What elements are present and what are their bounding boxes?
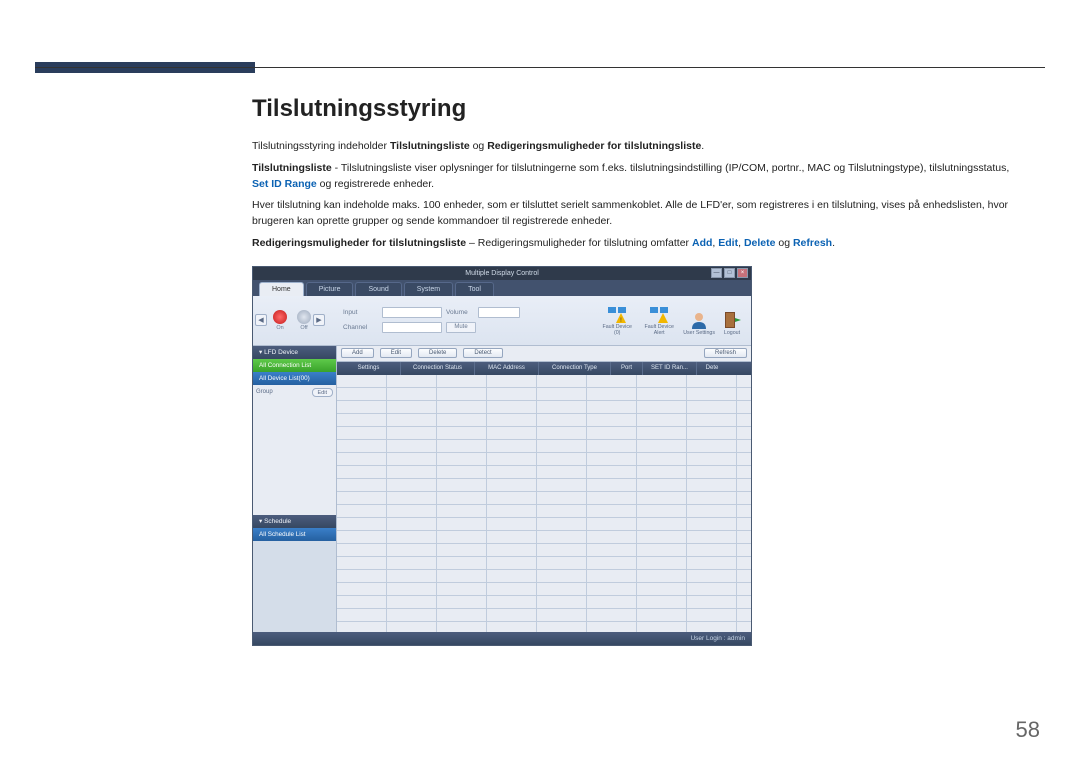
mute-button[interactable]: Mute	[446, 322, 476, 333]
column-connection-type[interactable]: Connection Type	[539, 362, 611, 375]
nav-next-icon[interactable]: ▶	[313, 314, 325, 326]
power-on-icon	[273, 310, 287, 324]
column-settings[interactable]: Settings	[337, 362, 401, 375]
tab-sound[interactable]: Sound	[355, 282, 401, 296]
close-button[interactable]: ×	[737, 268, 748, 278]
group-edit-button[interactable]: Edit	[312, 388, 333, 397]
sidebar: ▾ LFD Device All Connection List All Dev…	[253, 346, 337, 632]
volume-field[interactable]	[478, 307, 520, 318]
page-content: Tilslutningsstyring Tilslutningsstyring …	[252, 95, 1012, 646]
status-user-login: User Login : admin	[690, 635, 745, 642]
fault-device-alert-button[interactable]: Fault Device Alert	[641, 304, 677, 337]
app-tabbar: Home Picture Sound System Tool	[253, 280, 751, 296]
power-off-icon	[297, 310, 311, 324]
detect-button[interactable]: Detect	[463, 348, 502, 358]
sidebar-schedule-header[interactable]: ▾ Schedule	[253, 515, 336, 528]
sidebar-group-area: Group Edit	[253, 385, 336, 515]
sidebar-schedule-area	[253, 541, 336, 632]
delete-button[interactable]: Delete	[418, 348, 457, 358]
power-off-button[interactable]: Off	[297, 310, 311, 331]
app-titlebar: Multiple Display Control — □ ×	[253, 267, 751, 280]
intro-text: Tilslutningsstyring indeholder Tilslutni…	[252, 139, 1012, 155]
window-controls: — □ ×	[711, 268, 748, 278]
input-select[interactable]	[382, 307, 442, 318]
column-connection-status[interactable]: Connection Status	[401, 362, 475, 375]
user-settings-icon	[688, 310, 710, 330]
page-title: Tilslutningsstyring	[252, 95, 1012, 123]
channel-select[interactable]	[382, 322, 442, 333]
volume-label: Volume	[446, 309, 474, 316]
input-label: Input	[343, 309, 378, 316]
fault-device-button[interactable]: ! Fault Device (0)	[599, 304, 635, 337]
toolbar: ◀ On Off ▶ Input Volume	[253, 296, 751, 346]
main-area: ▾ LFD Device All Connection List All Dev…	[253, 346, 751, 632]
table-header: Settings Connection Status MAC Address C…	[337, 362, 751, 375]
column-port[interactable]: Port	[611, 362, 643, 375]
maximize-button[interactable]: □	[724, 268, 735, 278]
app-title: Multiple Display Control	[465, 270, 539, 277]
status-bar: User Login : admin	[253, 632, 751, 645]
minimize-button[interactable]: —	[711, 268, 722, 278]
column-set-id-range[interactable]: SET ID Ran...	[643, 362, 697, 375]
connection-list-text: Tilslutningsliste - Tilslutningsliste vi…	[252, 161, 1012, 193]
sidebar-group-label: Group	[256, 389, 273, 395]
edit-options-text: Redigeringsmuligheder for tilslutningsli…	[252, 236, 1012, 252]
sidebar-all-device[interactable]: All Device List(00)	[253, 372, 336, 385]
table-body	[337, 375, 751, 632]
page-number: 58	[1016, 717, 1040, 743]
nav-prev-icon[interactable]: ◀	[255, 314, 267, 326]
logout-icon	[721, 310, 743, 330]
sidebar-all-schedule[interactable]: All Schedule List	[253, 528, 336, 541]
header-rule	[35, 67, 1045, 68]
power-on-button[interactable]: On	[273, 310, 287, 331]
add-button[interactable]: Add	[341, 348, 374, 358]
channel-label: Channel	[343, 324, 378, 331]
column-mac-address[interactable]: MAC Address	[475, 362, 539, 375]
sidebar-lfd-header[interactable]: ▾ LFD Device	[253, 346, 336, 359]
fault-device-icon: !	[606, 304, 628, 324]
logout-button[interactable]: Logout	[721, 310, 743, 337]
sidebar-all-connection[interactable]: All Connection List	[253, 359, 336, 372]
edit-button[interactable]: Edit	[380, 348, 412, 358]
fault-device-alert-icon	[648, 304, 670, 324]
user-settings-button[interactable]: User Settings	[683, 310, 715, 337]
app-window: Multiple Display Control — □ × Home Pict…	[252, 266, 752, 646]
tab-picture[interactable]: Picture	[306, 282, 354, 296]
each-connection-text: Hver tilslutning kan indeholde maks. 100…	[252, 198, 1012, 230]
tab-system[interactable]: System	[404, 282, 453, 296]
refresh-button[interactable]: Refresh	[704, 348, 747, 358]
action-bar: Add Edit Delete Detect Refresh	[337, 346, 751, 362]
column-detect[interactable]: Dete	[697, 362, 727, 375]
tab-home[interactable]: Home	[259, 282, 304, 296]
tab-tool[interactable]: Tool	[455, 282, 494, 296]
main-panel: Add Edit Delete Detect Refresh Settings …	[337, 346, 751, 632]
